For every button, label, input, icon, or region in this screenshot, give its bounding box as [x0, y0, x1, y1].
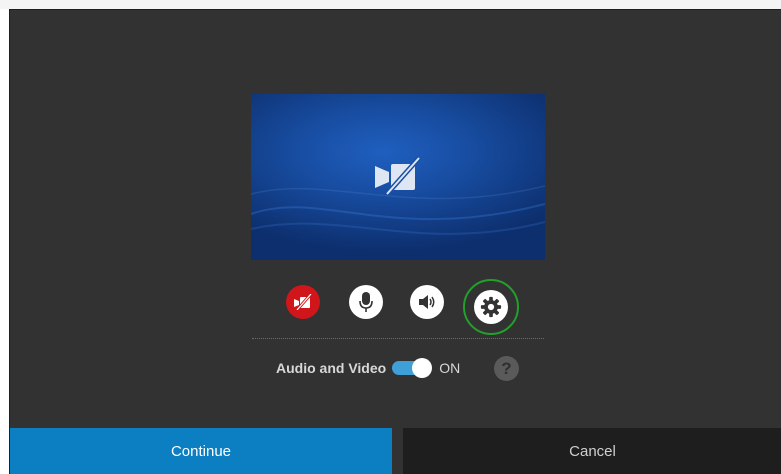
toggle-knob [412, 358, 433, 378]
settings-button-inner [474, 290, 508, 324]
speaker-button[interactable] [410, 285, 444, 319]
toggle-state-label: ON [439, 360, 461, 376]
help-glyph: ? [501, 358, 512, 378]
top-strip [0, 0, 781, 9]
gear-icon [480, 296, 502, 318]
microphone-button[interactable] [349, 285, 383, 319]
video-preview [251, 94, 545, 260]
audio-video-toggle[interactable] [392, 358, 433, 378]
video-off-icon [375, 156, 421, 196]
audio-video-label: Audio and Video [276, 360, 387, 376]
page: Audio and Video ON ? Continue Cancel [0, 0, 781, 474]
cancel-button[interactable]: Cancel [403, 428, 781, 474]
media-controls [10, 279, 781, 335]
speaker-icon [419, 295, 435, 309]
video-off-icon [294, 294, 313, 310]
continue-button[interactable]: Continue [10, 428, 392, 474]
microphone-icon [359, 292, 373, 312]
settings-button[interactable] [463, 279, 519, 335]
audio-video-row: Audio and Video ON [276, 356, 460, 380]
divider [252, 338, 544, 339]
video-toggle-button[interactable] [286, 285, 320, 319]
cancel-label: Cancel [569, 443, 616, 460]
help-icon[interactable]: ? [494, 356, 519, 381]
av-setup-dialog: Audio and Video ON ? Continue Cancel [9, 9, 781, 474]
continue-label: Continue [170, 443, 232, 460]
